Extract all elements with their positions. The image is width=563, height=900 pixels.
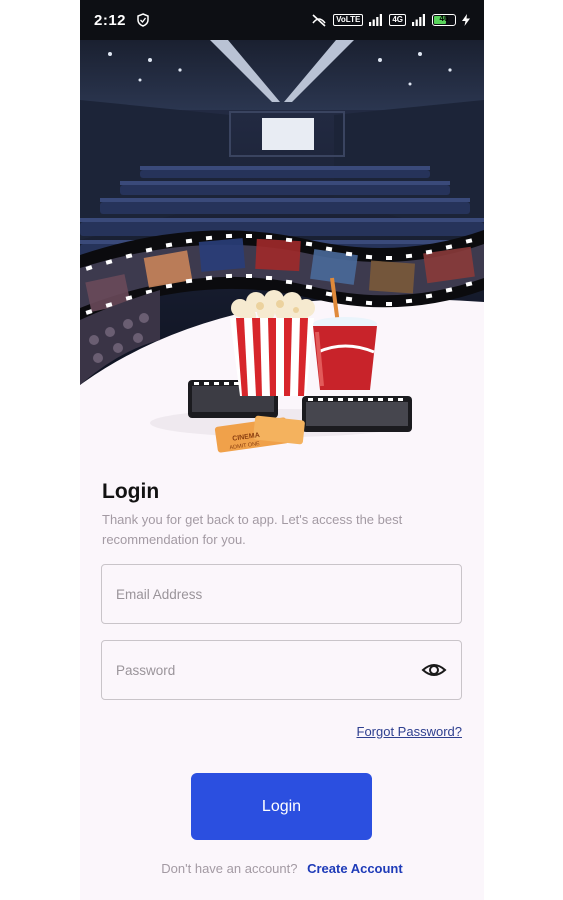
cinema-hero-illustration: CINEMA ADMIT ONE (80, 40, 484, 453)
battery-icon: 46 (432, 14, 456, 26)
shield-icon (137, 13, 149, 27)
password-input[interactable] (116, 662, 421, 678)
login-button[interactable]: Login (191, 773, 372, 840)
email-input[interactable] (116, 586, 447, 602)
status-bar: 2:12 VoLTE 4G 46 (80, 0, 484, 40)
password-field[interactable] (101, 640, 462, 700)
volte-badge: VoLTE (333, 14, 364, 26)
battery-level: 46 (439, 14, 449, 23)
eye-icon[interactable] (421, 661, 447, 679)
create-account-link[interactable]: Create Account (307, 861, 403, 876)
status-time: 2:12 (94, 11, 127, 29)
signal-icon-2 (412, 14, 425, 26)
no-account-text: Don't have an account? (161, 861, 298, 876)
popcorn-graphic (230, 290, 315, 396)
charging-icon (462, 14, 470, 26)
network-off-icon (312, 14, 326, 27)
signal-icon (369, 14, 383, 26)
signup-prompt: Don't have an account? Create Account (80, 861, 484, 876)
page-subtitle: Thank you for get back to app. Let's acc… (102, 512, 403, 547)
email-field[interactable] (101, 564, 462, 624)
forgot-password-link[interactable]: Forgot Password? (357, 724, 463, 739)
phone-screen: 2:12 VoLTE 4G 46 CINEMA ADMIT ONE Login … (80, 0, 484, 900)
page-title: Login (102, 480, 160, 503)
network-type-badge: 4G (389, 14, 406, 26)
